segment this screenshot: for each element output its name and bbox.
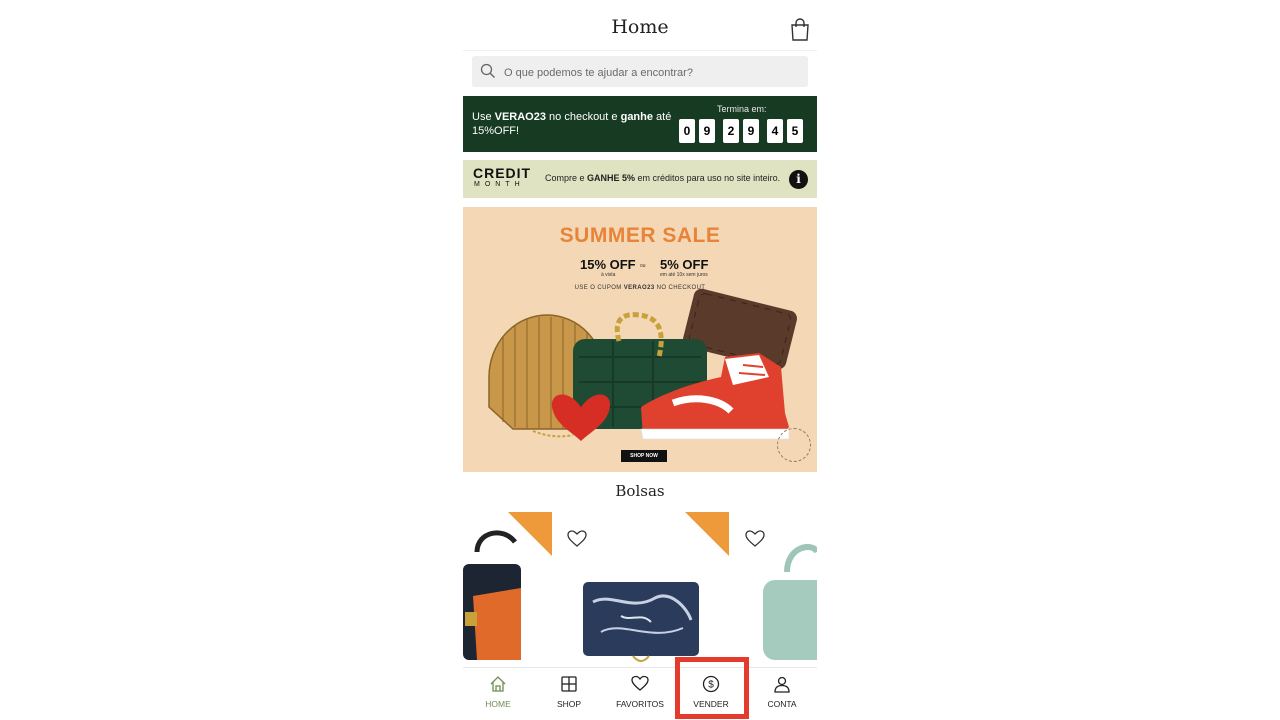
product-card[interactable]	[757, 512, 817, 668]
nav-label: CONTA	[767, 699, 797, 709]
nav-item-home[interactable]: HOME	[463, 668, 533, 720]
search-bar[interactable]	[472, 56, 808, 89]
shopping-bag-icon[interactable]	[789, 18, 811, 42]
product-card[interactable]	[463, 512, 553, 668]
countdown-digit: 9	[699, 119, 715, 143]
user-icon	[774, 676, 790, 693]
info-icon[interactable]: i	[789, 170, 808, 189]
app-screen: Home Use VERAO23 no checkout e ganhe até…	[463, 0, 817, 720]
authenticity-seal	[777, 428, 811, 462]
nav-label: HOME	[485, 699, 511, 709]
offer-1-sub: à vista	[601, 272, 616, 278]
ends-label: Termina em:	[717, 104, 767, 114]
countdown-digit: 0	[679, 119, 695, 143]
countdown-digit: 9	[743, 119, 759, 143]
countdown-digit: 4	[767, 119, 783, 143]
credit-month-logo: CREDIT MONTH	[473, 165, 532, 188]
grid-icon	[561, 676, 577, 692]
nav-item-vender[interactable]: $ VENDER	[676, 668, 746, 720]
home-icon	[490, 676, 506, 692]
search-input[interactable]	[502, 56, 806, 89]
offer-2: 5% OFF	[660, 257, 709, 272]
shop-now-button[interactable]: SHOP NOW	[621, 450, 667, 462]
header: Home	[463, 0, 817, 51]
sale-ribbon	[508, 512, 552, 556]
nav-label: FAVORITOS	[616, 699, 664, 709]
sale-ribbon	[685, 512, 729, 556]
credit-text: Compre e GANHE 5% em créditos para uso n…	[545, 173, 781, 183]
nav-item-shop[interactable]: SHOP	[534, 668, 604, 720]
nav-label: VENDER	[693, 699, 729, 709]
summer-sale-banner[interactable]: SUMMER SALE 15% OFF à vista ou 5% OFF em…	[463, 207, 817, 472]
svg-text:$: $	[708, 680, 714, 691]
coupon-instructions: USE O CUPOM VERAO23 NO CHECKOUT	[574, 285, 706, 291]
bottom-nav: HOME SHOP FAVORITOS $ VENDER CONTA	[463, 667, 817, 720]
dollar-circle-icon: $	[702, 675, 720, 693]
section-title: Bolsas	[615, 482, 665, 500]
credit-month-banner[interactable]: CREDIT MONTH Compre e GANHE 5% em crédit…	[463, 160, 817, 198]
offer-1: 15% OFF	[580, 257, 636, 272]
nav-item-conta[interactable]: CONTA	[747, 668, 817, 720]
countdown-digit: 5	[787, 119, 803, 143]
offer-2-sub: em até 10x sem juros	[660, 272, 708, 278]
nav-label: SHOP	[556, 699, 582, 709]
offer-separator: ou	[640, 263, 646, 269]
product-image	[763, 544, 817, 660]
promo-countdown-banner[interactable]: Use VERAO23 no checkout e ganhe até 15%O…	[463, 96, 817, 152]
nav-item-favoritos[interactable]: FAVORITOS	[605, 668, 675, 720]
page-title: Home	[611, 16, 669, 38]
heart-icon	[631, 675, 649, 691]
search-icon	[480, 63, 495, 78]
banner-title: SUMMER SALE	[559, 224, 721, 247]
countdown-digit: 2	[723, 119, 739, 143]
promo-text: Use VERAO23 no checkout e ganhe até 15%O…	[472, 111, 672, 137]
